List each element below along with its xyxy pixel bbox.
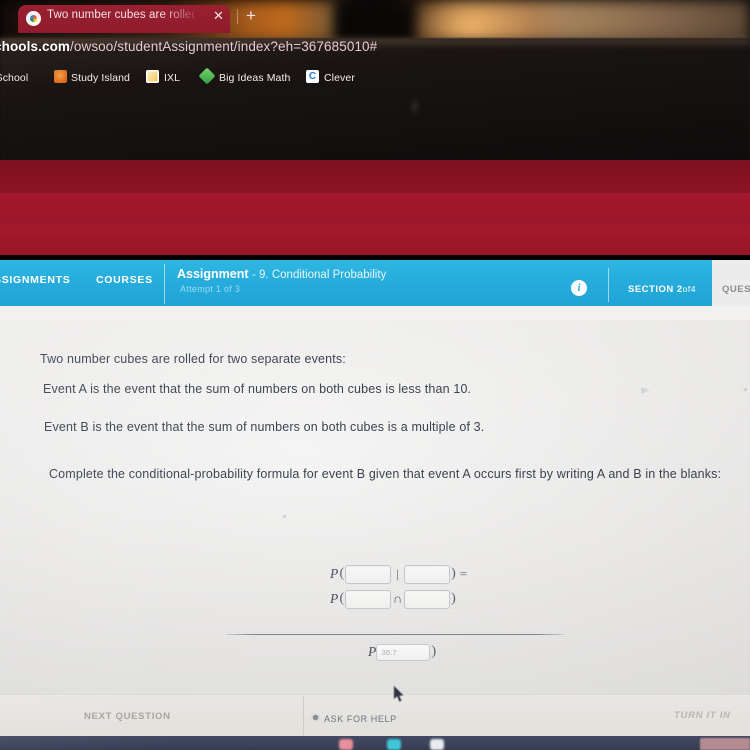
monitor-photo: ‹ Two number cubes are rolled fo ✕ + cho… bbox=[0, 0, 750, 750]
bookmark-ixl[interactable]: IXL bbox=[164, 72, 180, 84]
app-icon-cyan[interactable] bbox=[387, 739, 401, 750]
nav-divider-left bbox=[164, 264, 165, 304]
close-paren-2: ) bbox=[451, 591, 456, 606]
bookmark-powerschool[interactable]: rSchool bbox=[0, 72, 28, 84]
tab-divider bbox=[237, 9, 238, 24]
action-bar-divider bbox=[303, 696, 304, 736]
blank-input-4[interactable] bbox=[404, 589, 451, 609]
section-indicator: SECTION 2of4 bbox=[628, 284, 696, 295]
browser-tab-title: Two number cubes are rolled fo bbox=[47, 9, 195, 21]
nav-divider-right bbox=[608, 268, 609, 302]
blank-input-1[interactable] bbox=[345, 564, 392, 584]
probability-symbol-2: P bbox=[330, 591, 339, 606]
section-of: of bbox=[682, 284, 691, 294]
fraction-bar bbox=[226, 634, 564, 635]
section-label: SECTION bbox=[628, 284, 674, 295]
close-paren-3: ) bbox=[431, 644, 437, 659]
question-line-2: Event A is the event that the sum of num… bbox=[43, 382, 472, 396]
nav-item-courses[interactable]: COURSES bbox=[96, 274, 153, 286]
blank-input-2[interactable] bbox=[404, 564, 451, 584]
section-total: 4 bbox=[690, 284, 696, 294]
question-line-1: Two number cubes are rolled for two sepa… bbox=[40, 352, 346, 366]
mouse-cursor bbox=[393, 686, 404, 702]
screen-speck-1 bbox=[283, 515, 286, 518]
clever-icon: C bbox=[306, 70, 319, 83]
blank-input-3[interactable] bbox=[345, 589, 392, 609]
open-paren-1: ( bbox=[339, 566, 345, 581]
nav-item-assignments[interactable]: SSIGNMENTS bbox=[0, 274, 70, 286]
denominator-input[interactable]: 36.7 bbox=[376, 643, 431, 661]
nav-bottom-strip bbox=[0, 306, 750, 320]
equals-symbol: = bbox=[459, 566, 468, 581]
conditional-probability-formula: P ( | ) = P ( ∩ ) bbox=[330, 563, 467, 610]
bookmark-big-ideas-math[interactable]: Big Ideas Math bbox=[219, 72, 290, 84]
question-line-4: Complete the conditional-probability for… bbox=[49, 467, 722, 481]
turn-it-in-button[interactable]: TURN IT IN bbox=[674, 710, 731, 721]
question-label: QUEST bbox=[722, 284, 750, 295]
question-circle-icon bbox=[311, 713, 320, 722]
close-paren-1: ) bbox=[451, 566, 456, 581]
google-favicon bbox=[26, 11, 41, 26]
denominator-placeholder: 36.7 bbox=[381, 647, 397, 657]
assignment-title: Assignment bbox=[177, 267, 249, 281]
bookmark-clever[interactable]: Clever bbox=[324, 72, 355, 84]
os-taskbar bbox=[0, 736, 750, 750]
attempt-counter: Attempt 1 of 3 bbox=[180, 284, 241, 294]
screen-speck-2 bbox=[744, 388, 747, 391]
browser-tab-strip bbox=[0, 160, 750, 193]
taskbar-right-panel[interactable] bbox=[700, 738, 750, 750]
probability-symbol-3: P bbox=[368, 644, 377, 659]
formula-numerator-row-1: P ( | ) = bbox=[330, 563, 467, 585]
monitor-bezel bbox=[0, 38, 750, 163]
assignment-title-group: Assignment - 9. Conditional Probability bbox=[177, 267, 386, 281]
browser-chrome bbox=[0, 160, 750, 260]
browser-address-bar[interactable] bbox=[0, 193, 750, 225]
given-symbol: | bbox=[396, 566, 399, 581]
url-text: chools.com/owsoo/studentAssignment/index… bbox=[0, 39, 377, 54]
page-vignette bbox=[0, 320, 750, 694]
next-question-button[interactable]: NEXT QUESTION bbox=[84, 711, 171, 722]
app-icon-pink[interactable] bbox=[339, 739, 353, 750]
probability-symbol-1: P bbox=[330, 566, 339, 581]
assignment-subtitle: - 9. Conditional Probability bbox=[252, 269, 387, 281]
study-island-icon bbox=[54, 70, 67, 83]
question-line-3: Event B is the event that the sum of num… bbox=[44, 420, 485, 434]
monitor-power-led bbox=[410, 100, 420, 116]
new-tab-button[interactable]: + bbox=[246, 6, 256, 26]
assignment-page bbox=[0, 320, 750, 694]
intersect-symbol: ∩ bbox=[392, 591, 403, 606]
formula-denominator: P 36.7 ) bbox=[368, 643, 437, 661]
bookmark-study-island[interactable]: Study Island bbox=[71, 72, 130, 84]
open-paren-2: ( bbox=[339, 591, 345, 606]
close-icon[interactable]: ✕ bbox=[213, 9, 224, 23]
browser-bookmarks-bar bbox=[0, 225, 750, 255]
url-host: chools.com bbox=[0, 39, 71, 54]
ask-for-help-button[interactable]: ASK FOR HELP bbox=[324, 714, 397, 724]
info-icon[interactable]: i bbox=[571, 280, 587, 296]
app-icon-white[interactable] bbox=[430, 739, 444, 750]
url-path: /owsoo/studentAssignment/index?eh=367685… bbox=[70, 39, 378, 54]
ixl-icon bbox=[146, 70, 159, 83]
formula-numerator-row-2: P ( ∩ ) bbox=[330, 588, 467, 610]
